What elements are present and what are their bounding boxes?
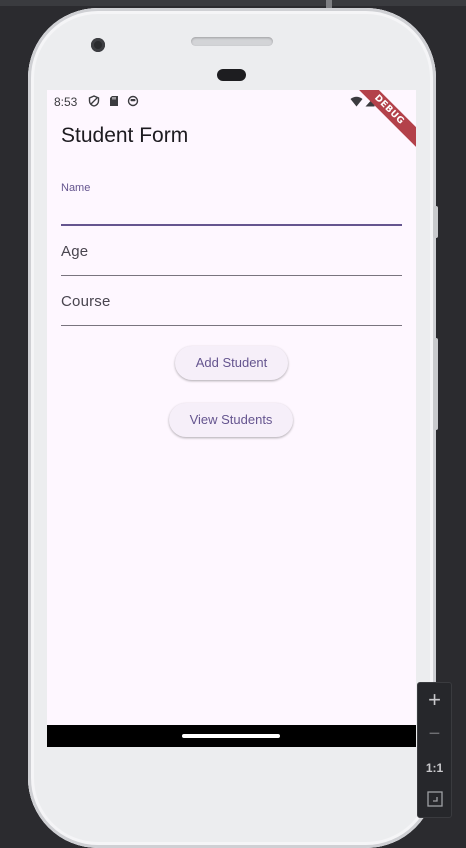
age-field[interactable]: Age <box>61 243 402 277</box>
actual-size-button[interactable]: 1:1 <box>418 753 451 783</box>
power-button[interactable] <box>433 206 438 238</box>
view-students-button[interactable]: View Students <box>169 403 293 437</box>
navigation-bar <box>47 725 416 747</box>
proximity-sensor <box>217 69 246 81</box>
earpiece-speaker <box>191 37 273 46</box>
course-field-underline <box>61 325 402 326</box>
age-field-underline <box>61 275 402 276</box>
emulator-top-strip <box>0 0 466 8</box>
volume-buttons[interactable] <box>433 338 438 430</box>
sd-card-icon <box>110 96 118 106</box>
front-camera <box>91 38 105 52</box>
face-icon <box>127 95 139 107</box>
zoom-out-button[interactable]: − <box>418 719 451 749</box>
privacy-shield-icon <box>88 95 100 107</box>
name-input[interactable] <box>61 194 406 218</box>
emulator-toolbar: + − 1:1 <box>417 682 452 818</box>
device-screen: 8:53 DEBUG Student Form Name Age Course … <box>47 90 416 747</box>
fit-screen-icon <box>426 791 443 807</box>
page-title: Student Form <box>61 124 189 147</box>
status-time: 8:53 <box>54 95 78 109</box>
age-field-label: Age <box>61 243 89 260</box>
wifi-icon <box>350 96 363 107</box>
name-field[interactable]: Name <box>61 182 406 227</box>
zoom-in-button[interactable]: + <box>418 685 451 715</box>
status-bar: 8:53 <box>47 90 416 112</box>
add-student-button[interactable]: Add Student <box>175 346 288 380</box>
name-field-underline <box>61 224 402 226</box>
name-field-label: Name <box>61 182 91 194</box>
fit-screen-button[interactable] <box>418 784 451 814</box>
course-field[interactable]: Course <box>61 293 402 327</box>
home-gesture-handle[interactable] <box>182 734 280 738</box>
course-field-label: Course <box>61 293 111 310</box>
window-marker <box>326 0 332 8</box>
